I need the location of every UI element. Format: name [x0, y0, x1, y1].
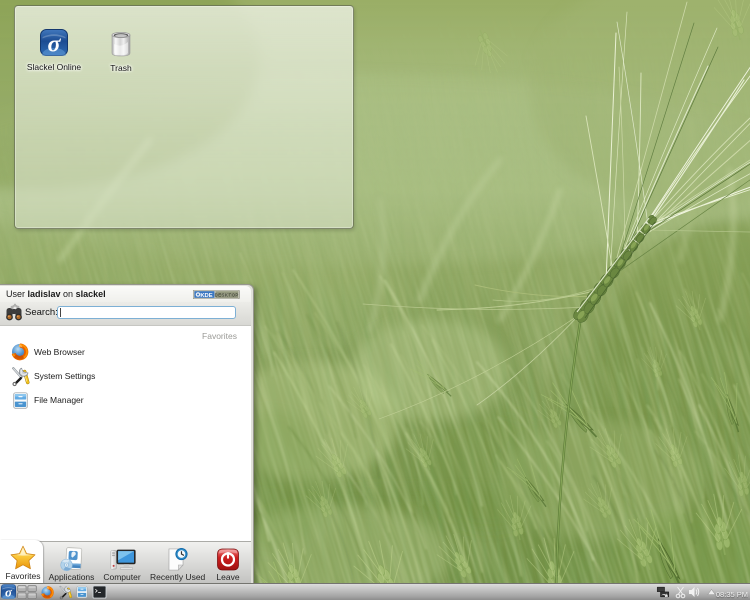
svg-text:σ: σ	[5, 585, 13, 599]
svg-text:σ: σ	[48, 32, 62, 57]
svg-text:KDE: KDE	[200, 293, 212, 299]
svg-text:DESKTOP: DESKTOP	[215, 292, 239, 297]
